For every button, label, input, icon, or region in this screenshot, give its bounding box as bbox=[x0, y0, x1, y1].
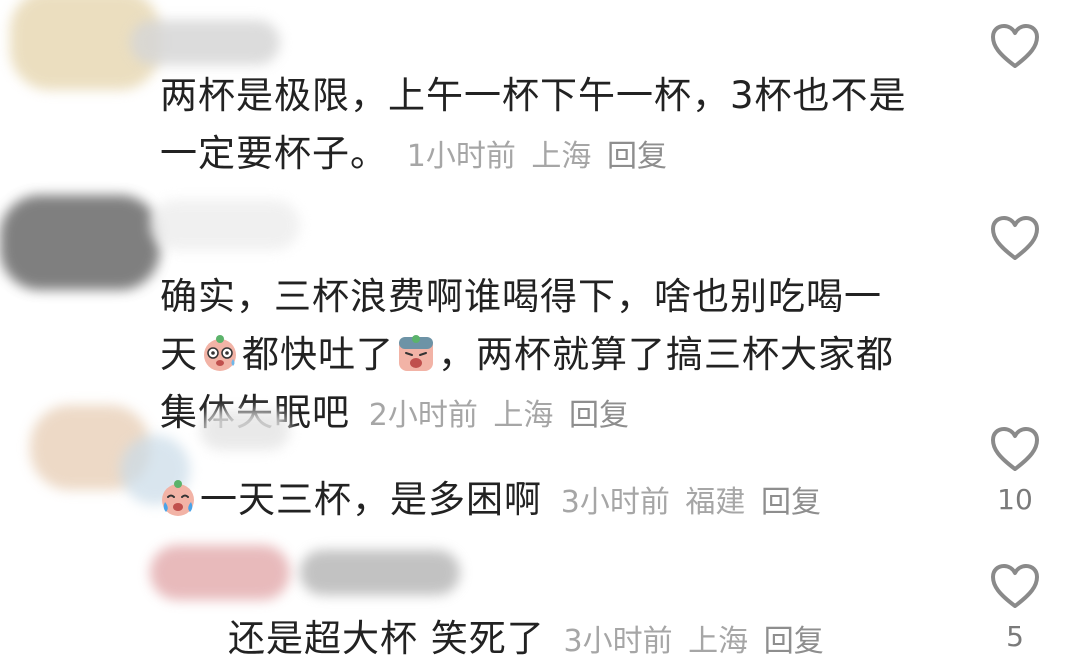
like-button[interactable] bbox=[985, 22, 1045, 70]
comment-time: 3小时前 bbox=[560, 485, 670, 520]
comment-3: 一天三杯，是多困啊 3小时前 福建 回复 10 bbox=[0, 405, 1080, 540]
comment-text-line: 天 bbox=[160, 333, 198, 376]
avatar[interactable] bbox=[0, 540, 520, 610]
reply-button[interactable]: 回复 bbox=[607, 139, 667, 174]
comment-1: 两杯是极限，上午一杯下午一杯，3杯也不是 一定要杯子。 1小时前 上海 回复 bbox=[0, 0, 1080, 190]
comment-text-line: 一天三杯，是多困啊 bbox=[200, 478, 542, 521]
comment-meta: 3小时前 福建 回复 bbox=[555, 485, 821, 520]
crying-face-emoji bbox=[162, 480, 194, 516]
reply-button[interactable]: 回复 bbox=[764, 624, 824, 659]
like-count: 5 bbox=[1006, 620, 1024, 653]
comment-meta: 3小时前 上海 回复 bbox=[558, 624, 824, 659]
heart-outline-icon bbox=[991, 216, 1039, 260]
comment-text-line: 确实，三杯浪费啊谁喝得下，啥也别吃喝一 bbox=[160, 275, 882, 318]
comment-text-line: 还是超大杯 笑死了 bbox=[228, 617, 545, 660]
dizzy-face-emoji bbox=[204, 335, 236, 371]
heart-outline-icon bbox=[991, 427, 1039, 471]
comment-text-line: ，两杯就算了搞三杯大家都 bbox=[438, 333, 894, 376]
heart-outline-icon bbox=[991, 24, 1039, 68]
comment-location: 上海 bbox=[531, 139, 592, 174]
comment-2: 确实，三杯浪费啊谁喝得下，啥也别吃喝一 天 都快吐了 ，两杯就算了搞三杯大家都 … bbox=[0, 190, 1080, 434]
comment-text: 两杯是极限，上午一杯下午一杯，3杯也不是 一定要杯子。 1小时前 上海 回复 bbox=[160, 67, 950, 186]
like-button[interactable]: 10 bbox=[985, 425, 1045, 516]
comment-time: 3小时前 bbox=[563, 624, 673, 659]
comment-4: 还是超大杯 笑死了 3小时前 上海 回复 5 bbox=[0, 540, 1080, 663]
like-button[interactable] bbox=[985, 214, 1045, 262]
comment-time: 1小时前 bbox=[406, 139, 516, 174]
comment-meta: 1小时前 上海 回复 bbox=[401, 139, 667, 174]
comment-text: 一天三杯，是多困啊 3小时前 福建 回复 bbox=[160, 471, 950, 532]
like-count: 10 bbox=[997, 483, 1033, 516]
comment-text-line: 都快吐了 bbox=[242, 333, 394, 376]
reply-button[interactable]: 回复 bbox=[761, 485, 821, 520]
comment-text: 还是超大杯 笑死了 3小时前 上海 回复 bbox=[228, 610, 1018, 671]
like-button[interactable]: 5 bbox=[985, 562, 1045, 653]
comment-text-line: 两杯是极限，上午一杯下午一杯，3杯也不是 bbox=[160, 74, 907, 117]
comment-text-line: 一定要杯子。 bbox=[160, 132, 388, 175]
comment-location: 上海 bbox=[688, 624, 749, 659]
nauseated-face-emoji bbox=[399, 335, 433, 371]
comment-location: 福建 bbox=[685, 485, 746, 520]
heart-outline-icon bbox=[991, 564, 1039, 608]
